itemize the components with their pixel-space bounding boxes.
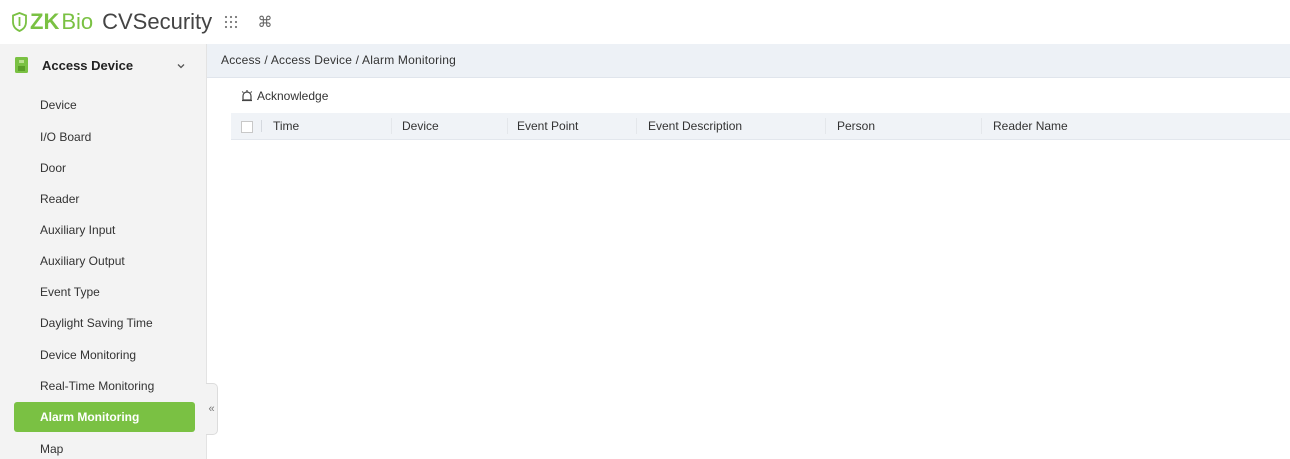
chevron-down-icon [177, 64, 185, 69]
sidebar-item-io-board[interactable]: I/O Board [14, 122, 195, 152]
shield-logo-icon [12, 12, 27, 32]
app-logo[interactable]: ZK Bio CVSecurity [12, 8, 212, 36]
sidebar-item-alarm-monitoring[interactable]: Alarm Monitoring [14, 402, 195, 432]
sidebar-item-event-type[interactable]: Event Type [14, 277, 195, 307]
sidebar-item-reader[interactable]: Reader [14, 184, 195, 214]
sidebar-item-auxiliary-input[interactable]: Auxiliary Input [14, 215, 195, 245]
breadcrumb: Access / Access Device / Alarm Monitorin… [221, 53, 456, 67]
sidebar-item-daylight-saving-time[interactable]: Daylight Saving Time [14, 308, 195, 338]
module-header-access-device[interactable]: Access Device [0, 44, 206, 88]
sidebar: Access Device Device I/O Board Door Read… [0, 44, 207, 459]
column-divider [507, 118, 508, 134]
column-header-event-point[interactable]: Event Point [517, 119, 578, 133]
column-divider [825, 118, 826, 134]
column-divider [391, 118, 392, 134]
top-header: ZK Bio CVSecurity ⌘ [0, 0, 1290, 44]
logo-bio-text: Bio [61, 9, 94, 34]
acknowledge-label: Acknowledge [257, 89, 329, 103]
sidebar-item-device-monitoring[interactable]: Device Monitoring [14, 340, 195, 370]
sidebar-item-map[interactable]: Map [14, 434, 195, 459]
sidebar-collapse-handle[interactable]: « [206, 383, 218, 435]
module-title: Access Device [42, 58, 134, 73]
command-icon[interactable]: ⌘ [256, 13, 274, 31]
column-header-reader-name[interactable]: Reader Name [993, 119, 1068, 133]
apps-grid-icon[interactable] [222, 13, 240, 31]
column-header-device[interactable]: Device [402, 119, 439, 133]
column-divider [261, 120, 262, 132]
logo-zk-text: ZK [30, 9, 60, 34]
sidebar-item-auxiliary-output[interactable]: Auxiliary Output [14, 246, 195, 276]
column-divider [981, 118, 982, 134]
select-all-checkbox[interactable] [241, 121, 253, 133]
breadcrumb-bar: Access / Access Device / Alarm Monitorin… [207, 44, 1290, 78]
sidebar-item-device[interactable]: Device [14, 90, 195, 120]
alarm-grid-header: Time Device Event Point Event Descriptio… [231, 113, 1290, 140]
sidebar-item-door[interactable]: Door [14, 153, 195, 183]
acknowledge-button[interactable]: Acknowledge [241, 88, 328, 104]
logo-product-text: CVSecurity [102, 9, 213, 34]
column-header-event-description[interactable]: Event Description [648, 119, 742, 133]
column-header-time[interactable]: Time [273, 119, 299, 133]
column-header-person[interactable]: Person [837, 119, 875, 133]
alarm-grid-body [231, 140, 1290, 459]
alarm-bell-icon [241, 90, 253, 102]
sidebar-item-real-time-monitoring[interactable]: Real-Time Monitoring [14, 371, 195, 401]
column-divider [636, 118, 637, 134]
access-device-module-icon [15, 57, 28, 73]
